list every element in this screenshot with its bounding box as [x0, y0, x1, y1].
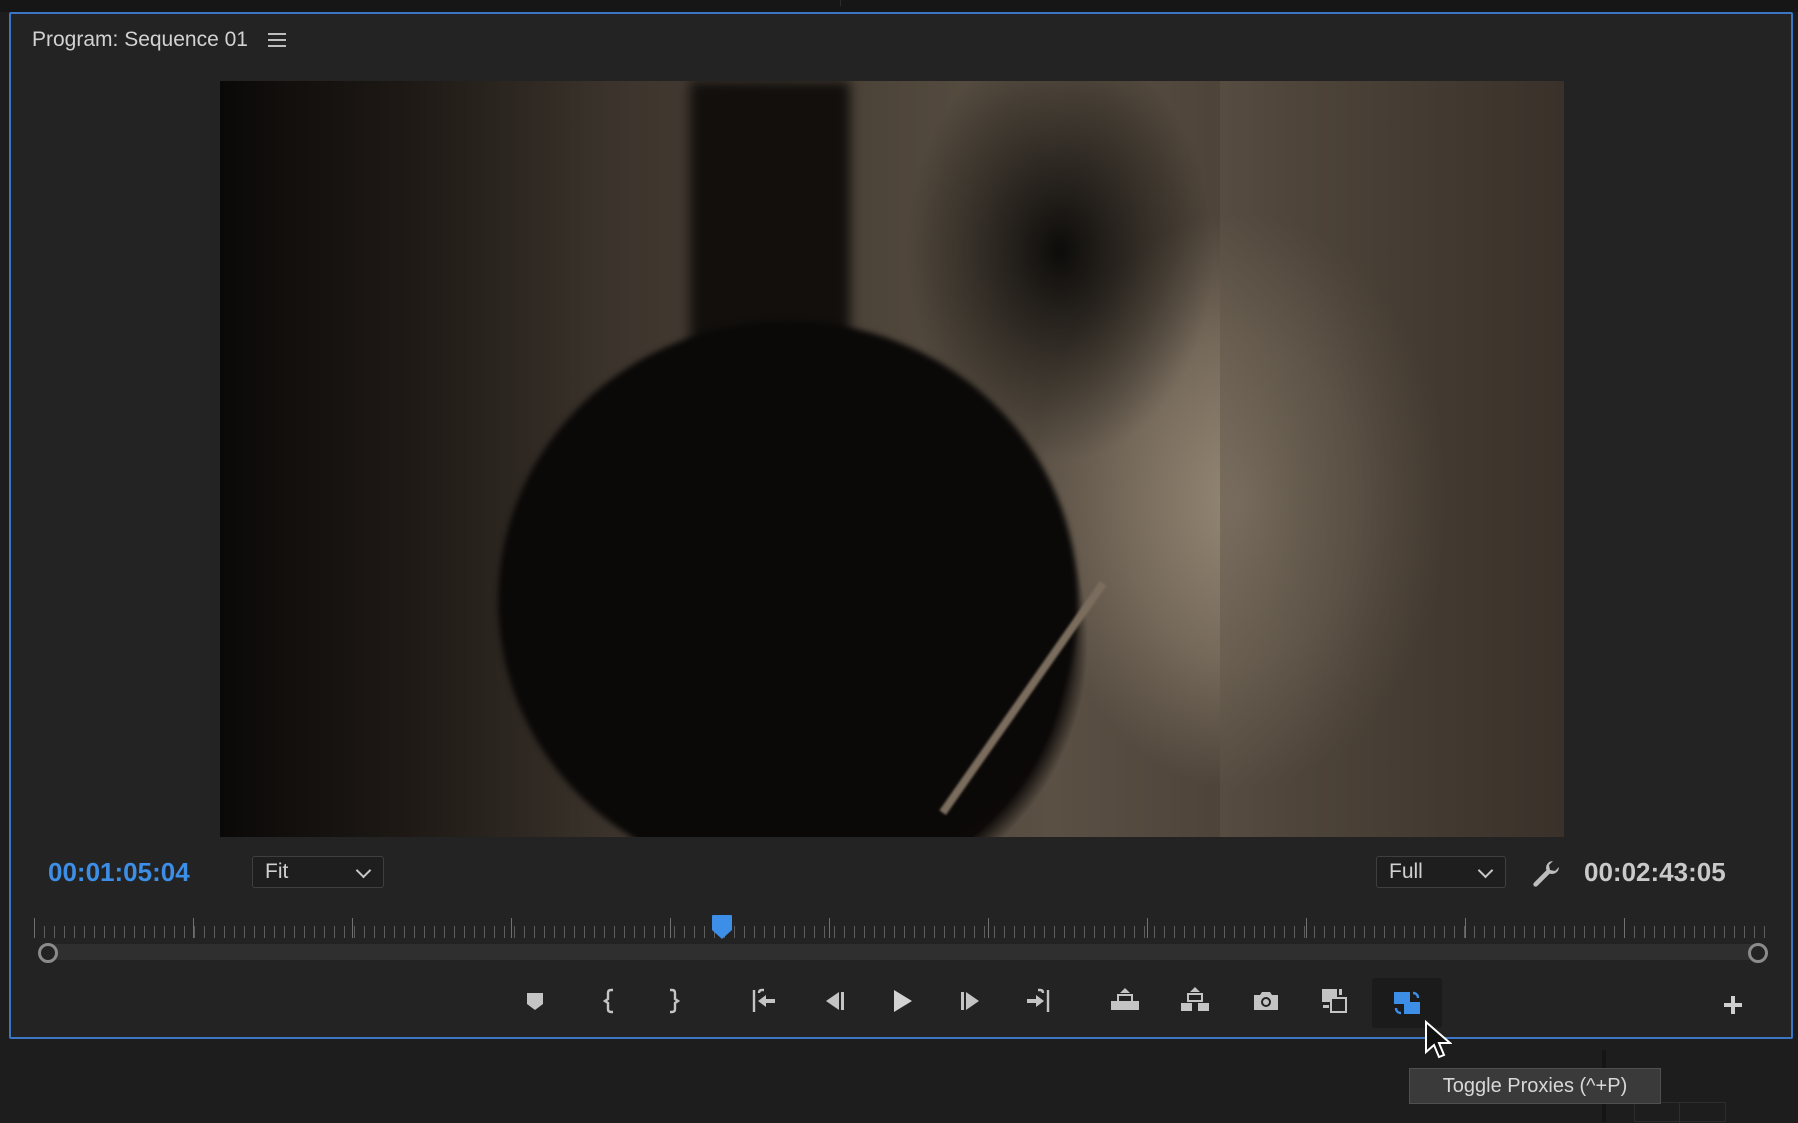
mark-in-button[interactable]: [589, 980, 631, 1022]
mouse-pointer-icon: [1425, 1020, 1452, 1059]
mark-in-icon: [602, 988, 613, 1014]
extract-icon: [1181, 987, 1209, 1011]
add-button[interactable]: [1712, 984, 1754, 1026]
zoom-scroll-handle-right[interactable]: [1748, 943, 1768, 963]
mark-out-button[interactable]: [652, 980, 694, 1022]
tooltip-text: Toggle Proxies (^+P): [1442, 1074, 1628, 1097]
playhead[interactable]: [711, 914, 733, 940]
lift-icon: [1111, 988, 1139, 1010]
zoom-level-value: Fit: [265, 860, 289, 883]
lift-button[interactable]: [1104, 980, 1146, 1022]
play-button[interactable]: [880, 980, 922, 1022]
play-icon: [894, 990, 912, 1012]
add-marker-button[interactable]: [514, 980, 556, 1022]
program-video-frame[interactable]: [220, 81, 1564, 837]
step-forward-button[interactable]: [951, 980, 993, 1022]
zoom-scroll-bar[interactable]: [40, 944, 1758, 960]
marker-icon: [527, 993, 543, 1010]
go-to-out-icon: [1027, 988, 1050, 1012]
panel-header: Program: Sequence 01: [32, 25, 286, 55]
step-forward-icon: [961, 992, 979, 1010]
go-to-in-icon: [752, 988, 775, 1012]
top-panel-strip: [0, 0, 1798, 12]
wrench-icon[interactable]: [1530, 858, 1562, 890]
bottom-panel-edge: [1634, 1102, 1726, 1123]
playback-resolution-select[interactable]: Full: [1376, 856, 1506, 888]
toggle-proxies-icon: [1394, 991, 1420, 1015]
sequence-duration-timecode: 00:02:43:05: [1584, 857, 1726, 887]
export-frame-button[interactable]: [1245, 980, 1287, 1022]
zoom-scroll-handle-left[interactable]: [38, 943, 58, 963]
chevron-down-icon: [1477, 862, 1494, 879]
extract-button[interactable]: [1174, 980, 1216, 1022]
go-to-out-button[interactable]: [1018, 980, 1060, 1022]
hamburger-menu-icon[interactable]: [267, 33, 286, 47]
go-to-in-button[interactable]: [742, 980, 784, 1022]
tooltip: Toggle Proxies (^+P): [1409, 1068, 1661, 1104]
chevron-down-icon: [355, 862, 372, 879]
comparison-view-button[interactable]: [1314, 980, 1356, 1022]
zoom-level-select[interactable]: Fit: [252, 856, 384, 888]
comparison-view-icon: [1322, 989, 1347, 1013]
step-back-button[interactable]: [812, 980, 854, 1022]
time-ruler[interactable]: [34, 910, 1768, 942]
mark-out-icon: [670, 988, 681, 1014]
playback-resolution-value: Full: [1389, 860, 1423, 883]
plus-icon: [1724, 996, 1742, 1014]
step-back-icon: [826, 992, 844, 1010]
panel-title[interactable]: Program: Sequence 01: [32, 28, 248, 52]
current-timecode[interactable]: 00:01:05:04: [48, 857, 190, 888]
camera-icon: [1254, 992, 1278, 1010]
